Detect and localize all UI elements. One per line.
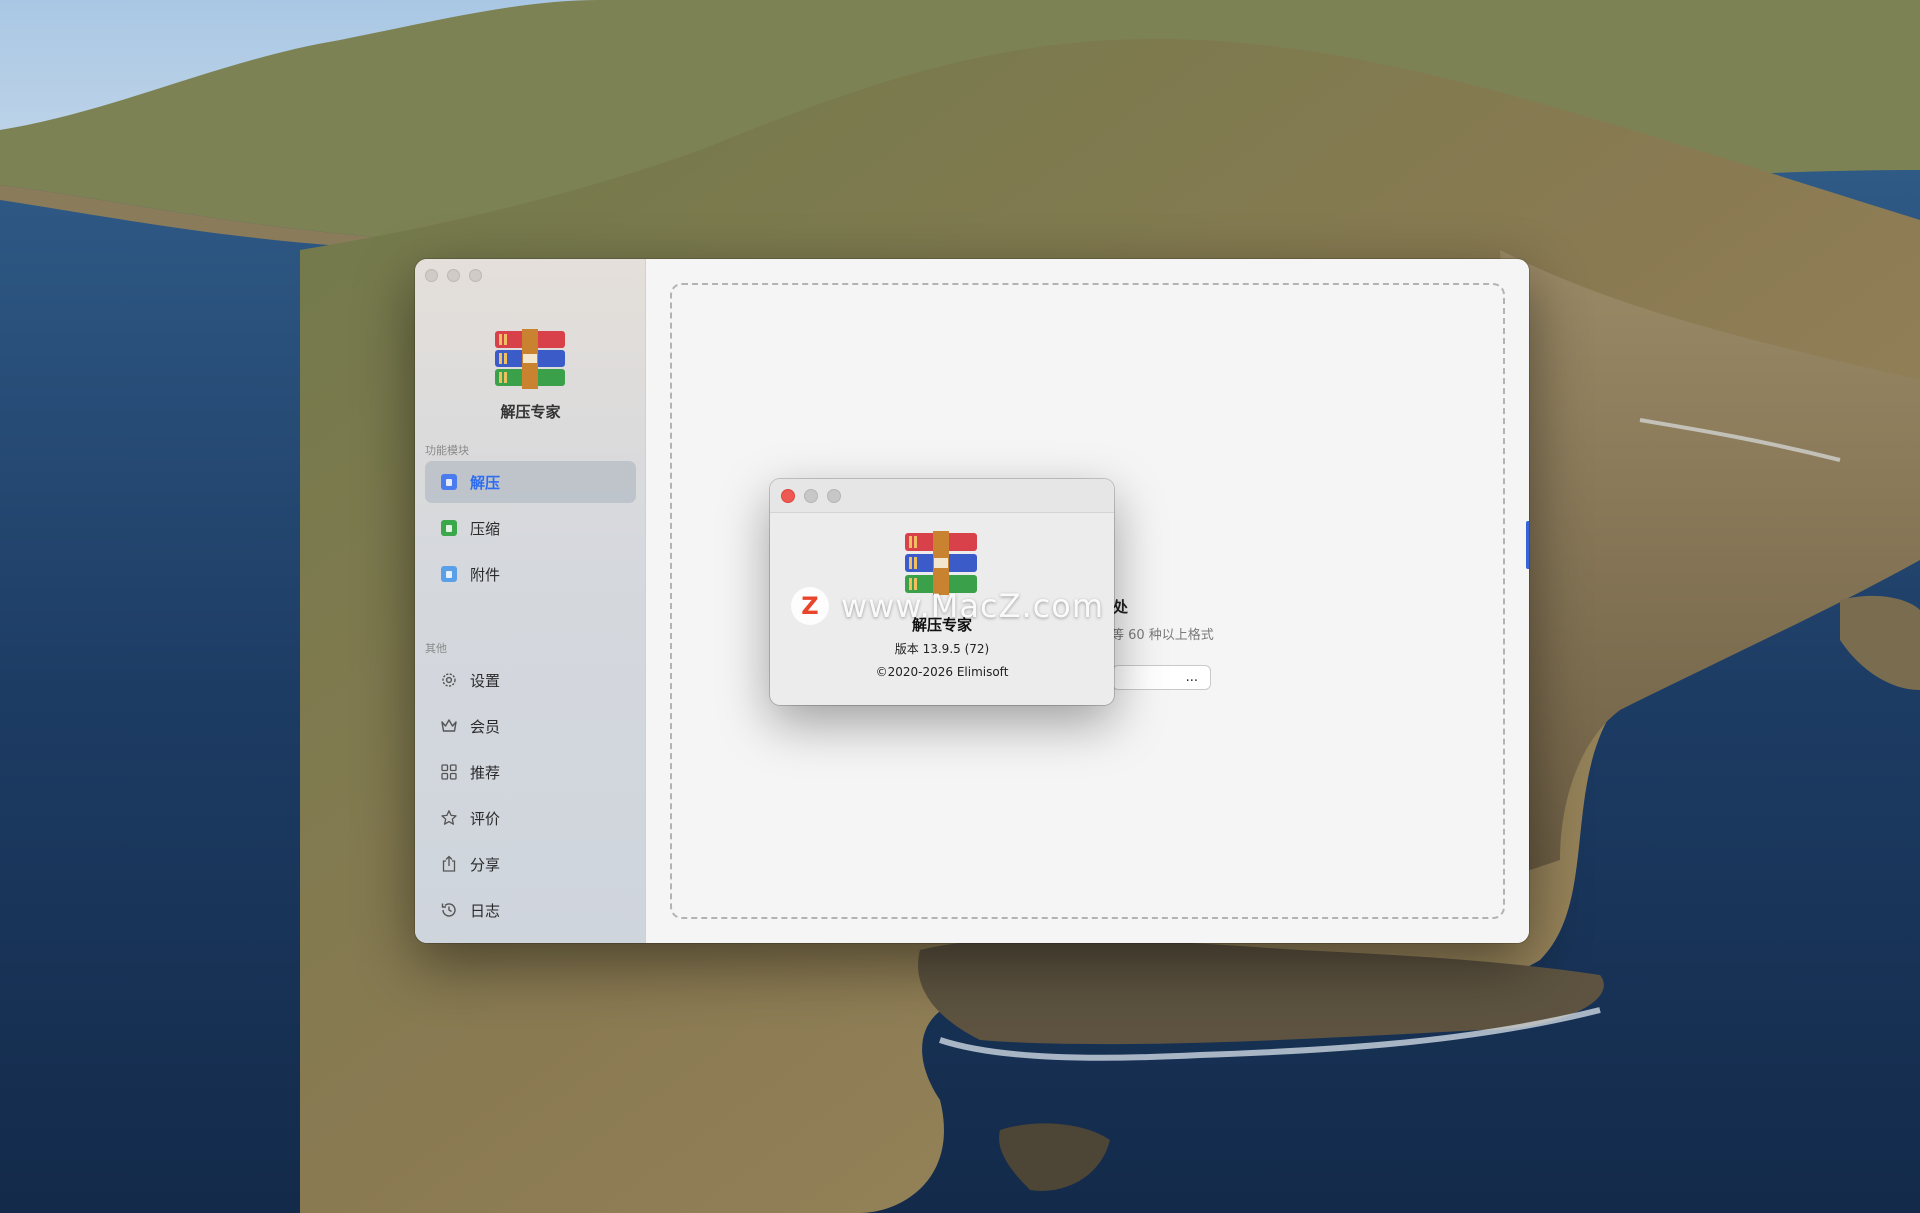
- attachment-icon: [439, 564, 459, 584]
- sidebar-item-label: 推荐: [470, 763, 501, 782]
- sidebar-item-attachment[interactable]: 附件: [425, 553, 636, 595]
- about-version: 版本 13.9.5 (72): [894, 642, 990, 656]
- minimize-window-button[interactable]: [447, 269, 460, 282]
- sidebar-item-label: 评价: [470, 809, 501, 828]
- sidebar-item-label: 附件: [470, 565, 501, 584]
- watermark-text: www.MacZ.com: [841, 587, 1104, 625]
- sidebar-item-share[interactable]: 分享: [425, 843, 636, 885]
- sidebar-item-membership[interactable]: 会员: [425, 705, 636, 747]
- compress-icon: [439, 518, 459, 538]
- app-name: 解压专家: [500, 403, 561, 421]
- dialog-zoom-button[interactable]: [827, 489, 841, 503]
- drop-zone-icon-edge: [1526, 521, 1529, 569]
- app-logo-icon: [495, 329, 565, 389]
- section-label-others: 其他: [425, 642, 447, 655]
- sidebar-item-label: 分享: [470, 855, 501, 874]
- sidebar-item-label: 压缩: [470, 519, 501, 538]
- history-icon: [439, 900, 459, 920]
- sidebar: 解压专家 功能模块 解压 压缩 附件 其他 设置 会员 推荐 评价 分享 日志: [415, 259, 646, 943]
- sidebar-item-label: 日志: [470, 901, 501, 920]
- sidebar-item-label: 解压: [470, 473, 501, 492]
- star-icon: [439, 808, 459, 828]
- sidebar-item-label: 设置: [470, 671, 501, 690]
- about-titlebar: [770, 479, 1114, 513]
- sidebar-item-recommend[interactable]: 推荐: [425, 751, 636, 793]
- sidebar-item-rate[interactable]: 评价: [425, 797, 636, 839]
- dialog-window-controls: [781, 489, 841, 503]
- grid-icon: [439, 762, 459, 782]
- share-icon: [439, 854, 459, 874]
- window-controls: [425, 269, 482, 282]
- extract-icon: [439, 472, 459, 492]
- sidebar-item-extract[interactable]: 解压: [425, 461, 636, 503]
- section-label-functions: 功能模块: [425, 444, 469, 457]
- dialog-minimize-button[interactable]: [804, 489, 818, 503]
- dialog-close-button[interactable]: [781, 489, 795, 503]
- watermark: Z www.MacZ.com: [791, 586, 1104, 626]
- sidebar-item-settings[interactable]: 设置: [425, 659, 636, 701]
- sidebar-item-log[interactable]: 日志: [425, 889, 636, 931]
- sidebar-item-compress[interactable]: 压缩: [425, 507, 636, 549]
- crown-icon: [439, 716, 459, 736]
- watermark-badge: Z: [791, 587, 829, 625]
- about-copyright: ©2020-2026 Elimisoft: [875, 665, 1009, 679]
- drop-zone-subtitle: 等 60 种以上格式: [1111, 628, 1214, 643]
- close-window-button[interactable]: [425, 269, 438, 282]
- zoom-window-button[interactable]: [469, 269, 482, 282]
- sidebar-item-label: 会员: [470, 717, 501, 736]
- open-file-button[interactable]: ...: [1112, 665, 1211, 690]
- gear-icon: [439, 670, 459, 690]
